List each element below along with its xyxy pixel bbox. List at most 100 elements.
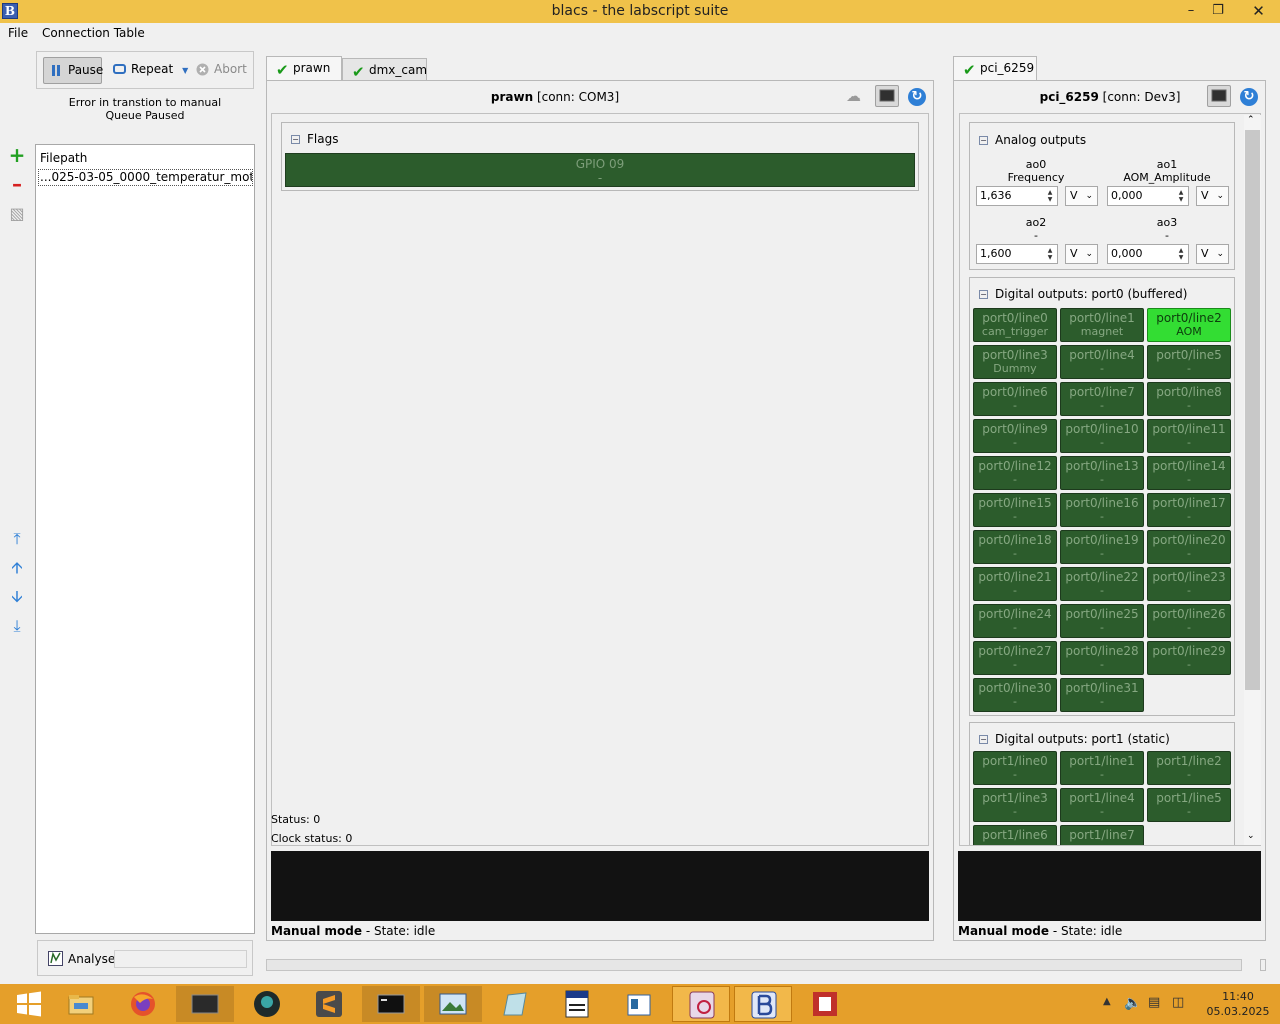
blacs-icon[interactable] [734,986,792,1022]
port0-line11-button[interactable]: port0/line11- [1147,419,1231,453]
app-icon[interactable] [238,986,296,1022]
move-up-icon[interactable]: 🡩 [8,559,26,577]
port0-line18-button[interactable]: port0/line18- [973,530,1057,564]
queue-list[interactable]: Filepath ...025-03-05_0000_temperatur_mo… [35,144,255,934]
notes-icon[interactable] [486,986,544,1022]
pause-button[interactable]: Pause [43,57,103,84]
port0-line5-button[interactable]: port0/line5- [1147,345,1231,379]
port0-line6-button[interactable]: port0/line6- [973,382,1057,416]
terminal-button[interactable] [1207,85,1231,107]
clear-queue-icon[interactable]: ▧ [8,205,26,223]
port1-line2-button[interactable]: port1/line2- [1147,751,1231,785]
port0-line4-button[interactable]: port0/line4- [1060,345,1144,379]
port0-line15-button[interactable]: port0/line15- [973,493,1057,527]
port0-line23-button[interactable]: port0/line23- [1147,567,1231,601]
port0-line25-button[interactable]: port0/line25- [1060,604,1144,638]
runmanager-icon[interactable] [672,986,730,1022]
firefox-icon[interactable] [114,986,172,1022]
repeat-button[interactable]: Repeat ▼ [107,57,194,84]
start-icon[interactable] [0,986,58,1022]
office-icon[interactable] [796,986,854,1022]
port0-line3-button[interactable]: port0/line3 Dummy [973,345,1057,379]
spin-arrows-icon[interactable]: ▲ ▼ [1045,247,1055,262]
port1-line1-button[interactable]: port1/line1- [1060,751,1144,785]
scrollbar-thumb[interactable] [1245,130,1260,690]
port0-line30-button[interactable]: port0/line30- [973,678,1057,712]
menu-file[interactable]: File [8,26,28,40]
taskbar-clock[interactable]: 11:40 05.03.2025 [1202,989,1274,1019]
vertical-scrollbar[interactable]: ⌃ ⌄ [1244,115,1261,845]
restart-device-icon[interactable]: ↻ [1240,88,1258,106]
tab-dmx-cam[interactable]: ✔ dmx_cam [342,58,427,81]
port0-line9-button[interactable]: port0/line9- [973,419,1057,453]
ao0-unit-select[interactable]: V ⌄ [1065,186,1098,206]
editor-icon[interactable] [610,986,668,1022]
add-file-icon[interactable]: + [8,145,26,165]
port0-line31-button[interactable]: port0/line31- [1060,678,1144,712]
tab-pci-6259[interactable]: ✔ pci_6259 [953,56,1037,81]
ao0-value-input[interactable]: 1,636 ▲ ▼ [976,186,1058,206]
queue-item[interactable]: ...025-03-05_0000_temperatur_mot_0.h5 [38,169,253,186]
ao1-unit-select[interactable]: V ⌄ [1196,186,1229,206]
port0-line13-button[interactable]: port0/line13- [1060,456,1144,490]
ao2-unit-select[interactable]: V ⌄ [1065,244,1098,264]
show-hidden-icons-icon[interactable]: ▲ [1103,996,1111,1007]
ao3-value-input[interactable]: 0,000 ▲ ▼ [1107,244,1189,264]
port0-line10-button[interactable]: port0/line10- [1060,419,1144,453]
minimize-button[interactable]: – [1176,0,1206,23]
menu-connection-table[interactable]: Connection Table [42,26,145,40]
move-to-top-icon[interactable]: ⤒ [8,530,26,548]
spin-arrows-icon[interactable]: ▲ ▼ [1176,247,1186,262]
port1-line3-button[interactable]: port1/line3- [973,788,1057,822]
collapse-icon[interactable]: − [979,290,988,299]
port1-line6-button[interactable]: port1/line6- [973,825,1057,845]
remove-file-icon[interactable]: – [8,174,26,194]
sublime-icon[interactable] [300,986,358,1022]
photos-icon[interactable] [424,986,482,1022]
resize-grip[interactable] [1260,959,1266,971]
pci-scroll-area[interactable]: − Analog outputs ao0 Frequency 1,636 ▲ ▼ V ⌄ … [959,113,1261,846]
collapse-icon[interactable]: − [979,136,988,145]
port1-line5-button[interactable]: port1/line5- [1147,788,1231,822]
move-down-icon[interactable]: 🡫 [8,588,26,606]
abort-button[interactable]: Abort [190,57,253,84]
notification-icon[interactable]: ◫ [1172,995,1184,1010]
spin-arrows-icon[interactable]: ▲ ▼ [1176,189,1186,204]
cmd-icon[interactable] [362,986,420,1022]
port1-line7-button[interactable]: port1/line7- [1060,825,1144,845]
collapse-icon[interactable]: − [979,735,988,744]
tab-prawn[interactable]: ✔ prawn [266,56,342,81]
spin-arrows-icon[interactable]: ▲ ▼ [1045,189,1055,204]
smart-cache-icon[interactable]: ☁ [846,87,866,107]
close-button[interactable]: ✕ [1237,0,1280,23]
port0-line21-button[interactable]: port0/line21- [973,567,1057,601]
maximize-button[interactable]: ❐ [1203,0,1233,23]
chevron-down-icon[interactable]: ▼ [182,66,188,75]
port0-line29-button[interactable]: port0/line29- [1147,641,1231,675]
terminal-button[interactable] [875,85,899,107]
port0-line26-button[interactable]: port0/line26- [1147,604,1231,638]
port0-line8-button[interactable]: port0/line8- [1147,382,1231,416]
volume-icon[interactable]: 🔈 [1124,995,1141,1011]
port0-line12-button[interactable]: port0/line12- [973,456,1057,490]
move-to-bottom-icon[interactable]: ⤓ [8,617,26,635]
port0-line27-button[interactable]: port0/line27- [973,641,1057,675]
port0-line17-button[interactable]: port0/line17- [1147,493,1231,527]
port0-line20-button[interactable]: port0/line20- [1147,530,1231,564]
collapse-icon[interactable]: − [291,135,300,144]
port0-line0-button[interactable]: port0/line0 cam_trigger [973,308,1057,342]
port0-line19-button[interactable]: port0/line19- [1060,530,1144,564]
port0-line28-button[interactable]: port0/line28- [1060,641,1144,675]
scroll-up-icon[interactable]: ⌃ [1247,115,1255,125]
port0-line7-button[interactable]: port0/line7- [1060,382,1144,416]
port0-line24-button[interactable]: port0/line24- [973,604,1057,638]
port0-line16-button[interactable]: port0/line16- [1060,493,1144,527]
port1-line4-button[interactable]: port1/line4- [1060,788,1144,822]
network-icon[interactable]: ▤ [1148,995,1160,1010]
port0-line1-button[interactable]: port0/line1 magnet [1060,308,1144,342]
terminal-icon[interactable] [176,986,234,1022]
tek-icon[interactable] [548,986,606,1022]
port0-line14-button[interactable]: port0/line14- [1147,456,1231,490]
port0-line22-button[interactable]: port0/line22- [1060,567,1144,601]
restart-device-icon[interactable]: ↻ [908,88,926,106]
